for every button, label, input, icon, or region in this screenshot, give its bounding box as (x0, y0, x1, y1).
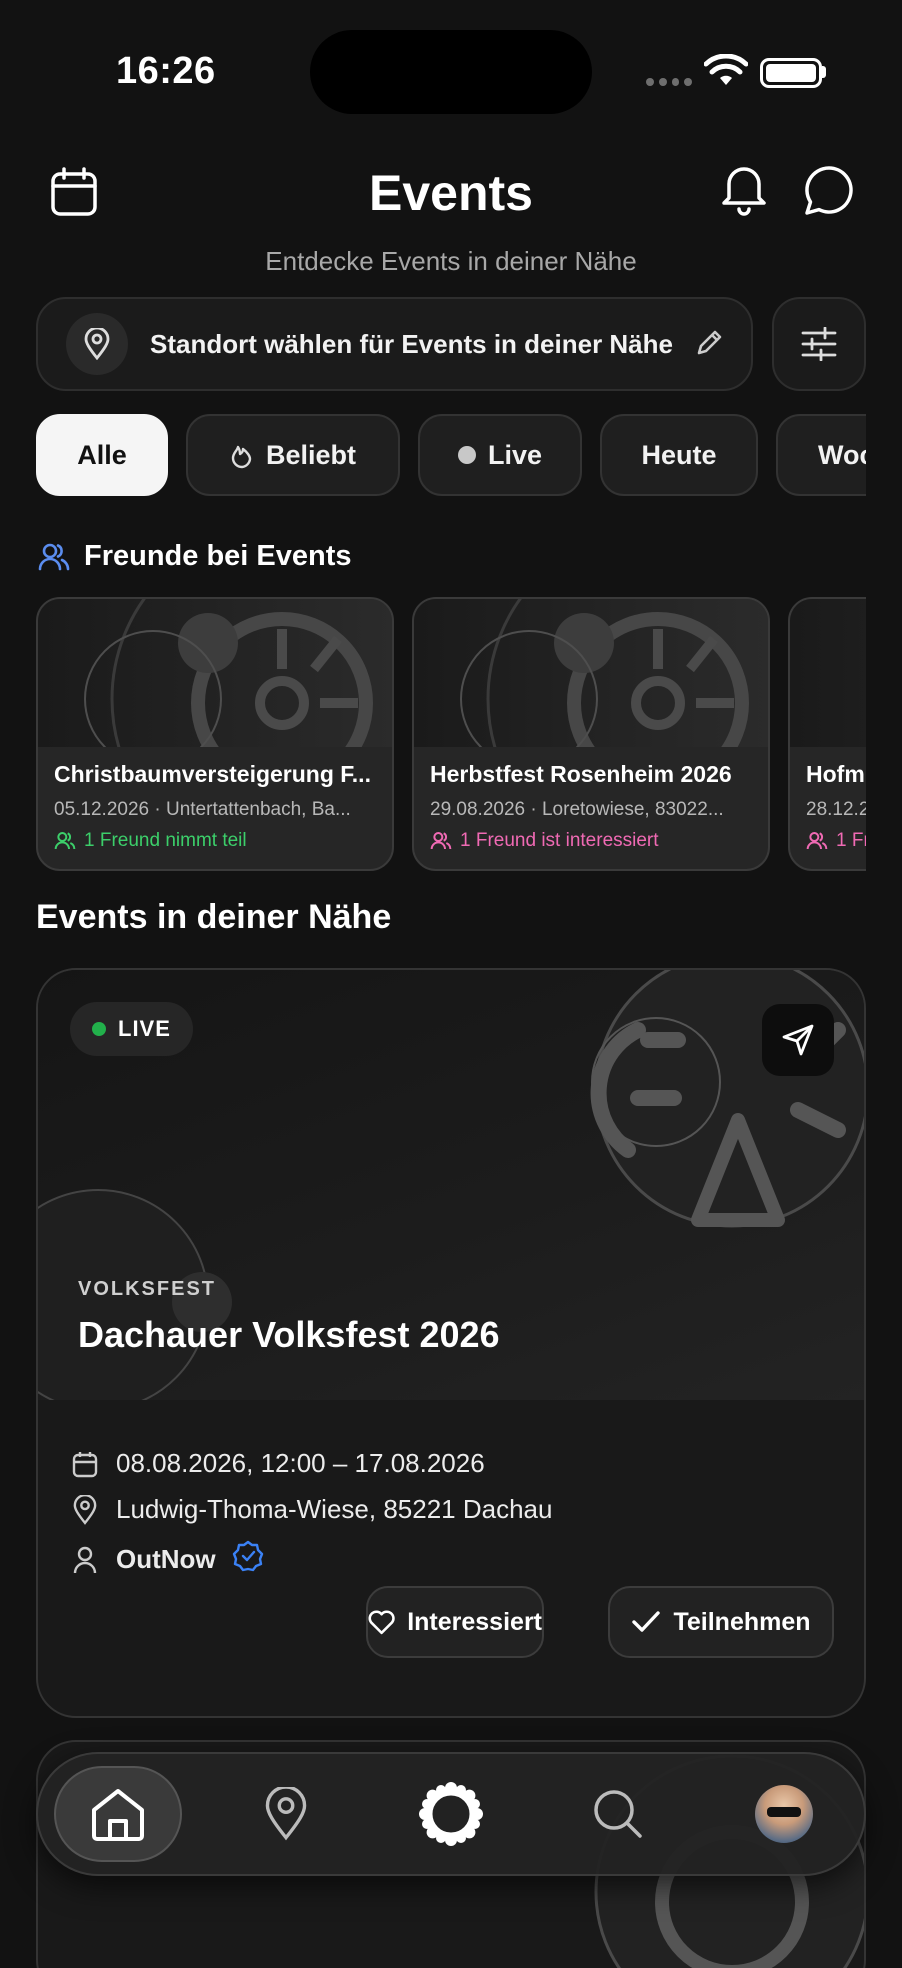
page-subtitle: Entdecke Events in deiner Nähe (265, 246, 637, 276)
nearby-section-title: Events in deiner Nähe (36, 898, 392, 936)
event-name: Dachauer Volksfest 2026 (78, 1314, 500, 1355)
chip-woche[interactable]: Woc (776, 414, 866, 496)
verified-icon (232, 1540, 264, 1579)
users-icon (54, 832, 76, 850)
friend-status: 1 Freund ist interessiert (430, 830, 659, 852)
flower-icon (419, 1782, 483, 1846)
location-label: Standort wählen für Events in deiner Näh… (150, 328, 673, 359)
sliders-icon (801, 327, 837, 361)
avatar (755, 1785, 813, 1843)
friend-event-card[interactable]: Herbstfest Rosenheim 2026 29.08.2026 · L… (412, 597, 770, 871)
chat-bubble-icon[interactable] (801, 162, 857, 218)
users-icon (38, 543, 70, 570)
send-icon (782, 1024, 814, 1056)
chip-alle[interactable]: Alle (36, 414, 168, 496)
friend-status-text: 1 Freund nimmt teil (84, 830, 247, 851)
users-icon (806, 832, 828, 850)
chip-label: Heute (641, 439, 717, 470)
search-icon (594, 1790, 642, 1838)
wifi-icon (703, 53, 749, 93)
interested-button[interactable]: Interessiert (366, 1586, 544, 1658)
friend-event-card[interactable]: Hofm 28.12.2 1 Fr (788, 597, 866, 871)
event-organizer: OutNow (116, 1544, 216, 1574)
flame-icon (231, 445, 252, 469)
chip-heute[interactable]: Heute (600, 414, 758, 496)
interested-label: Interessiert (407, 1607, 542, 1636)
battery-cap (822, 66, 826, 78)
heart-icon (368, 1610, 395, 1635)
home-icon (92, 1789, 144, 1841)
chip-label: Beliebt (265, 439, 357, 470)
map-pin-icon (70, 1494, 100, 1525)
location-picker[interactable]: Standort wählen für Events in deiner Näh… (36, 297, 753, 391)
friends-section-header: Freunde bei Events (38, 540, 352, 573)
map-pin-icon (265, 1787, 307, 1841)
event-image (790, 599, 866, 747)
event-date-row: 08.08.2026, 12:00 – 17.08.2026 (70, 1448, 485, 1479)
event-category: VOLKSFEST (78, 1278, 217, 1300)
bell-icon[interactable] (716, 160, 772, 216)
dot-icon (457, 446, 476, 464)
event-meta: 28.12.2 (806, 799, 866, 820)
friend-status-text: 1 Fr (836, 830, 866, 851)
check-icon (632, 1611, 661, 1632)
tab-search[interactable] (554, 1766, 682, 1862)
event-meta: 29.08.2026 · Loretowiese, 83022... (430, 799, 724, 820)
live-badge: LIVE (70, 1002, 193, 1056)
friends-carousel: Christbaumversteigerung F... 05.12.2026 … (36, 597, 866, 871)
attend-button[interactable]: Teilnehmen (608, 1586, 834, 1658)
event-title: Hofm (806, 761, 865, 787)
tab-map[interactable] (222, 1766, 350, 1862)
event-image (38, 599, 392, 747)
dynamic-island (310, 30, 592, 114)
users-icon (430, 832, 452, 850)
chip-label: Live (487, 439, 543, 470)
status-time: 16:26 (116, 50, 216, 92)
attend-label: Teilnehmen (673, 1607, 811, 1636)
chip-beliebt[interactable]: Beliebt (186, 414, 400, 496)
tab-profile[interactable] (720, 1766, 848, 1862)
event-card[interactable]: LIVE VOLKSFEST Dachauer Volksfest 2026 0… (36, 968, 866, 1718)
event-image (414, 599, 768, 747)
bottom-tab-bar (36, 1752, 866, 1876)
chip-live[interactable]: Live (418, 414, 582, 496)
tab-home[interactable] (54, 1766, 182, 1862)
event-title: Christbaumversteigerung F... (54, 761, 371, 787)
event-title: Herbstfest Rosenheim 2026 (430, 761, 732, 787)
event-organizer-row[interactable]: OutNow (70, 1540, 264, 1579)
share-button[interactable] (762, 1004, 834, 1076)
pencil-icon[interactable] (695, 327, 725, 362)
chip-label: Alle (77, 439, 127, 470)
friend-event-card[interactable]: Christbaumversteigerung F... 05.12.2026 … (36, 597, 394, 871)
map-pin-icon (66, 313, 128, 375)
battery-icon (760, 58, 822, 88)
live-dot (92, 1022, 106, 1036)
friend-status-text: 1 Freund ist interessiert (460, 830, 659, 851)
filter-chips: Alle Beliebt Live Heute Woc (36, 414, 866, 498)
tab-center[interactable] (387, 1766, 515, 1862)
event-location: Ludwig-Thoma-Wiese, 85221 Dachau (116, 1494, 553, 1524)
friend-status: 1 Fr (806, 830, 866, 852)
live-badge-text: LIVE (118, 1016, 171, 1041)
user-icon (70, 1546, 100, 1574)
section-title: Freunde bei Events (84, 540, 352, 572)
friend-status: 1 Freund nimmt teil (54, 830, 247, 852)
event-hero-image: LIVE VOLKSFEST Dachauer Volksfest 2026 (38, 970, 864, 1400)
event-date: 08.08.2026, 12:00 – 17.08.2026 (116, 1448, 485, 1478)
signal-icon (646, 78, 692, 86)
calendar-icon (70, 1450, 100, 1478)
event-location-row: Ludwig-Thoma-Wiese, 85221 Dachau (70, 1494, 552, 1525)
filter-button[interactable] (772, 297, 866, 391)
event-meta: 05.12.2026 · Untertattenbach, Ba... (54, 799, 351, 820)
chip-label: Woc (818, 439, 866, 470)
